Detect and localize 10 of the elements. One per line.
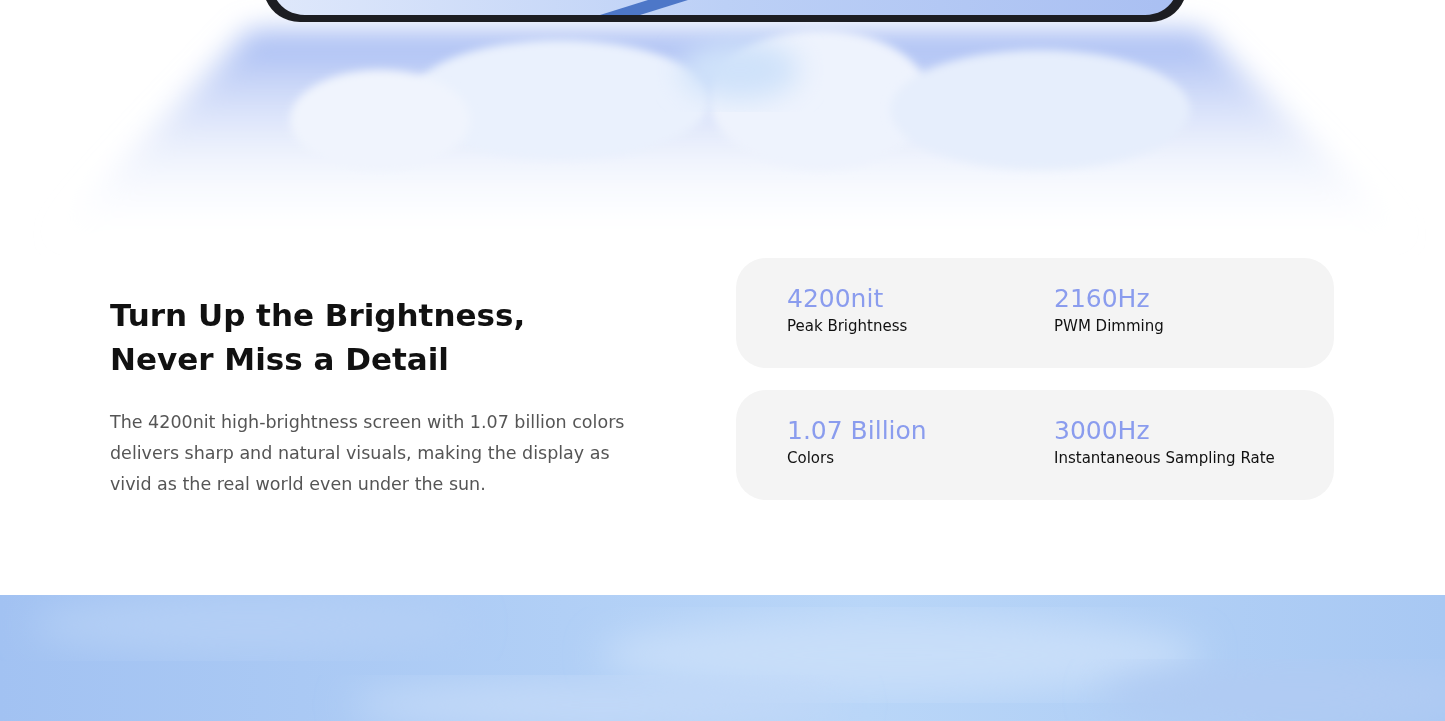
stat-value: 2160Hz bbox=[1054, 283, 1150, 315]
stat-label: Instantaneous Sampling Rate bbox=[1054, 448, 1275, 468]
description-text: The 4200nit high-brightness screen with 1.07 billion colors delivers sharp and natural visuals, making the display as vivid as the real world even under the sun. bbox=[110, 411, 626, 496]
stat-label: Peak Brightness bbox=[787, 316, 908, 336]
stat-label: Colors bbox=[787, 448, 834, 468]
section-heading: Turn Up the Brightness, Never Miss a Detail bbox=[110, 296, 526, 379]
stat-value: 1.07 Billion bbox=[787, 415, 927, 447]
stat-value: 3000Hz bbox=[1054, 415, 1150, 447]
stat-label: PWM Dimming bbox=[1054, 316, 1164, 336]
stat-value: 4200nit bbox=[787, 283, 884, 315]
